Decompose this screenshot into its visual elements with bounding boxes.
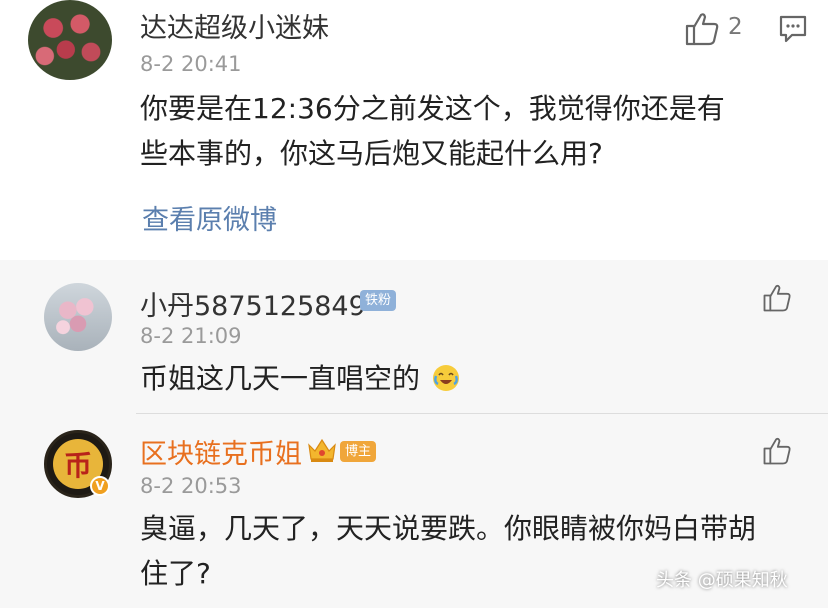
view-original-post-link[interactable]: 查看原微博 — [142, 198, 277, 237]
reply-content: 币姐这几天一直唱空的 — [140, 362, 421, 395]
comment-content-line: 你要是在12:36分之前发这个，我觉得你还是有 — [140, 92, 725, 125]
reply-username[interactable]: 区块链克币姐 — [140, 432, 302, 471]
reply-timestamp: 8-2 21:09 — [140, 324, 242, 348]
laugh-cry-emoji-icon — [433, 365, 459, 391]
comment-content: 你要是在12:36分之前发这个，我觉得你还是有 些本事的，你这马后炮又能起什么用… — [140, 86, 800, 176]
weibo-comment-page: 达达超级小迷妹 8-2 20:41 你要是在12:36分之前发这个，我觉得你还是… — [0, 0, 828, 608]
watermark: 头条 @硕果知秋 — [656, 570, 788, 591]
crown-icon — [308, 438, 336, 462]
blogger-badge: 博主 — [340, 441, 377, 462]
comment-icon[interactable] — [778, 14, 808, 44]
thumbs-up-icon[interactable] — [684, 12, 720, 46]
reply-timestamp: 8-2 20:53 — [140, 474, 242, 498]
avatar-coin-text: 币 — [63, 449, 92, 482]
thumbs-up-icon[interactable] — [762, 436, 792, 466]
thumbs-up-icon[interactable] — [762, 283, 792, 313]
reply-username[interactable]: 小丹5875125849 — [140, 284, 366, 323]
avatar[interactable] — [44, 283, 112, 351]
fan-badge: 铁粉 — [360, 290, 397, 311]
comment-content-line: 些本事的，你这马后炮又能起什么用? — [140, 137, 603, 170]
verified-badge-icon: V — [90, 476, 110, 496]
comment-timestamp: 8-2 20:41 — [140, 52, 242, 76]
reply-content-line: 臭逼，几天了，天天说要跌。你眼睛被你妈白带胡 — [140, 512, 757, 545]
avatar[interactable] — [28, 0, 112, 80]
comment-username[interactable]: 达达超级小迷妹 — [140, 6, 329, 45]
reply-divider — [136, 413, 828, 414]
like-count: 2 — [728, 14, 743, 40]
main-comment: 达达超级小迷妹 8-2 20:41 你要是在12:36分之前发这个，我觉得你还是… — [0, 0, 828, 260]
